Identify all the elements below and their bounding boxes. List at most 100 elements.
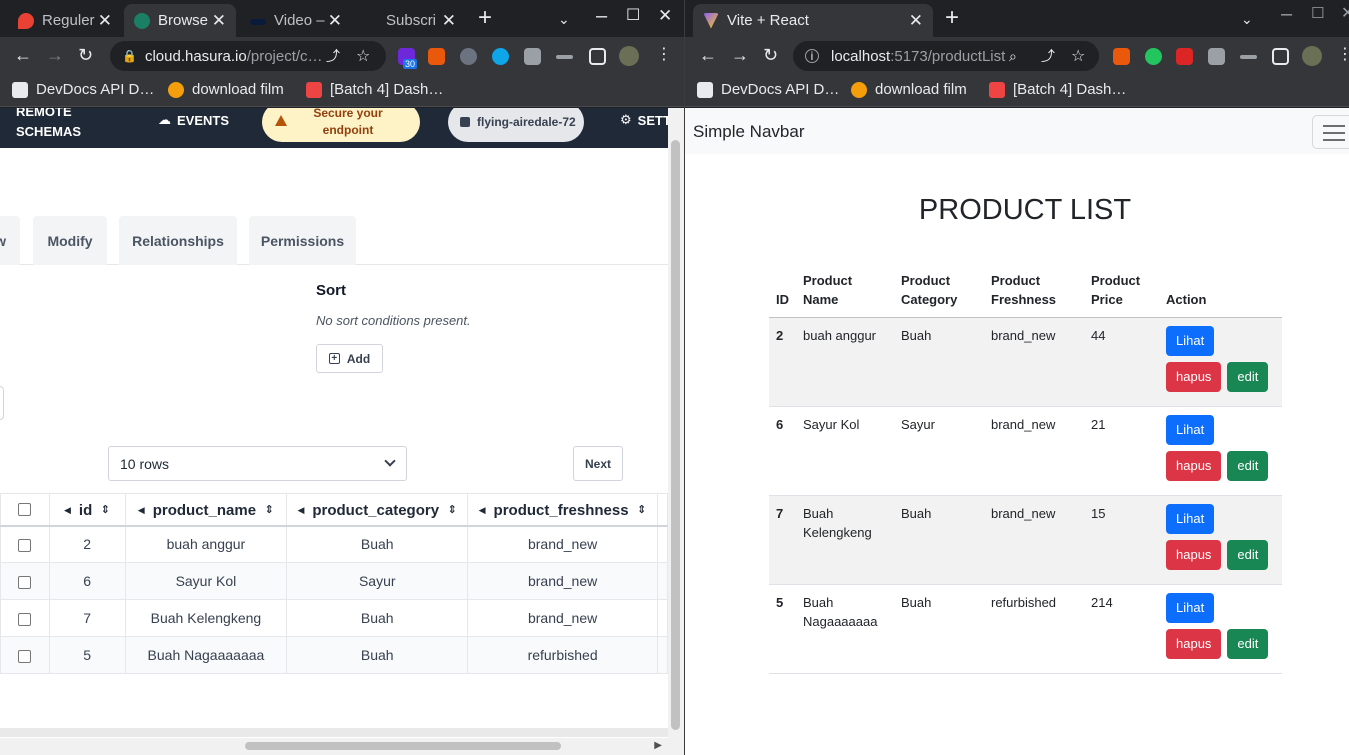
sidepanel-icon[interactable] <box>1272 48 1289 65</box>
zoom-icon[interactable]: ⌕ <box>1009 48 1017 65</box>
column-header-product-category[interactable]: ◀ product_category ⇕ <box>286 493 469 527</box>
extension-icon[interactable] <box>460 48 477 65</box>
tab-video[interactable]: Video – ✕ <box>240 4 352 37</box>
cell-id[interactable]: 6 <box>48 562 126 600</box>
cell-product-name[interactable]: Sayur Kol <box>124 562 288 600</box>
maximize-icon[interactable]: ☐ <box>1311 4 1324 24</box>
cell-product-category[interactable]: Buah <box>286 599 469 637</box>
secure-endpoint-button[interactable]: Secure your endpoint <box>262 108 420 142</box>
row-checkbox[interactable] <box>18 649 32 663</box>
row-checkbox[interactable] <box>18 575 32 589</box>
column-header-product-name[interactable]: ◀ product_name ⇕ <box>124 493 288 527</box>
minimize-icon[interactable]: – <box>1281 4 1292 24</box>
edit-button[interactable]: edit <box>1227 629 1269 659</box>
cell-product-category[interactable]: Sayur <box>286 562 469 600</box>
bookmark-download-film[interactable]: download film <box>851 81 967 98</box>
bookmark-devdocs[interactable]: DevDocs API D… <box>12 81 154 98</box>
edit-button[interactable]: edit <box>1227 451 1269 481</box>
bookmark-devdocs[interactable]: DevDocs API D… <box>697 81 839 98</box>
tab-vite-react[interactable]: Vite + React ✕ <box>693 4 933 37</box>
close-window-icon[interactable]: ✕ <box>1341 4 1349 24</box>
chevron-down-icon[interactable]: ⌄ <box>1241 9 1253 29</box>
cell-id[interactable]: 2 <box>48 525 126 563</box>
share-icon[interactable]: ⤴ <box>1041 46 1055 66</box>
edit-button[interactable]: edit <box>1227 362 1269 392</box>
extension-icon[interactable] <box>1176 48 1193 65</box>
hapus-button[interactable]: hapus <box>1166 540 1222 570</box>
cell-product-freshness[interactable]: brand_new <box>467 599 659 637</box>
tab-modify[interactable]: Modify <box>33 216 107 265</box>
cell-id[interactable]: 5 <box>48 636 126 674</box>
cell-product-name[interactable]: Buah Nagaaaaaaa <box>124 636 288 674</box>
nav-remote-schemas[interactable]: REMOTE SCHEMAS <box>16 108 96 142</box>
navbar-brand[interactable]: Simple Navbar <box>693 122 805 142</box>
add-sort-button[interactable]: + Add <box>316 344 383 373</box>
cell-product-name[interactable]: Buah Kelengkeng <box>124 599 288 637</box>
cell-product-category[interactable]: Buah <box>286 525 469 563</box>
lihat-button[interactable]: Lihat <box>1166 593 1215 623</box>
puzzle-icon[interactable] <box>1208 48 1225 65</box>
cell-product-freshness[interactable]: brand_new <box>467 562 659 600</box>
bookmark-download-film[interactable]: download film <box>168 81 284 98</box>
avatar[interactable] <box>619 46 639 66</box>
extension-icon[interactable] <box>428 48 445 65</box>
puzzle-icon[interactable] <box>524 48 541 65</box>
share-icon[interactable]: ⤴ <box>326 46 340 66</box>
forward-icon[interactable]: → <box>46 46 64 64</box>
address-bar[interactable]: 🔒 cloud.hasura.io/project/c… ⤴ ☆ <box>110 41 386 71</box>
close-icon[interactable]: ✕ <box>909 11 923 31</box>
bookmark-batch4[interactable]: [Batch 4] Dash… <box>989 81 1126 98</box>
scroll-right-icon[interactable]: ▶ <box>654 740 662 751</box>
row-checkbox[interactable] <box>18 539 32 553</box>
sidepanel-icon[interactable] <box>589 48 606 65</box>
filter-input-edge[interactable] <box>0 386 4 420</box>
cell-id[interactable]: 7 <box>48 599 126 637</box>
hapus-button[interactable]: hapus <box>1166 362 1222 392</box>
lihat-button[interactable]: Lihat <box>1166 415 1215 445</box>
avatar[interactable] <box>1302 46 1322 66</box>
new-tab-icon[interactable]: + <box>945 6 959 30</box>
sort-icon[interactable]: ⇕ <box>100 505 110 516</box>
column-header-product-freshness[interactable]: ◀ product_freshness ⇕ <box>467 493 659 527</box>
chevron-down-icon[interactable]: ⌄ <box>558 9 570 29</box>
nav-settings[interactable]: ⚙ SETT <box>620 112 671 128</box>
bookmark-batch4[interactable]: [Batch 4] Dash… <box>306 81 443 98</box>
hapus-button[interactable]: hapus <box>1166 451 1222 481</box>
menu-dots-icon[interactable]: ⋮ <box>1337 46 1349 64</box>
playlist-icon[interactable] <box>1240 55 1257 59</box>
extension-icon[interactable] <box>1145 48 1162 65</box>
close-window-icon[interactable]: ✕ <box>658 6 672 26</box>
address-bar[interactable]: i localhost:5173/productList ⌕ ⤴ ☆ <box>793 41 1099 71</box>
new-tab-icon[interactable]: + <box>478 6 492 30</box>
nav-events[interactable]: ☁ EVENTS <box>158 112 229 128</box>
sort-icon[interactable]: ⇕ <box>447 505 457 516</box>
menu-dots-icon[interactable]: ⋮ <box>656 46 672 64</box>
cell-product-freshness[interactable]: brand_new <box>467 525 659 563</box>
close-icon[interactable]: ✕ <box>212 11 226 31</box>
minimize-icon[interactable]: – <box>596 6 607 26</box>
row-checkbox[interactable] <box>18 612 32 626</box>
edit-button[interactable]: edit <box>1227 540 1269 570</box>
reload-icon[interactable]: ↻ <box>763 46 778 64</box>
star-icon[interactable]: ☆ <box>356 46 370 66</box>
close-icon[interactable]: ✕ <box>98 11 112 31</box>
extension-icon[interactable] <box>1113 48 1130 65</box>
forward-icon[interactable]: → <box>731 46 749 64</box>
hapus-button[interactable]: hapus <box>1166 629 1222 659</box>
tab-relationships[interactable]: Relationships <box>119 216 237 265</box>
tab-permissions[interactable]: Permissions <box>249 216 356 265</box>
sort-icon[interactable]: ⇕ <box>637 505 647 516</box>
scrollbar-thumb[interactable] <box>671 140 680 730</box>
lihat-button[interactable]: Lihat <box>1166 326 1215 356</box>
tab-subscribe[interactable]: Subscri ✕ <box>356 4 466 37</box>
cell-product-category[interactable]: Buah <box>286 636 469 674</box>
close-icon[interactable]: ✕ <box>328 11 342 31</box>
navbar-toggler-button[interactable] <box>1312 115 1349 149</box>
horizontal-scrollbar[interactable]: ▶ <box>0 738 668 755</box>
back-icon[interactable]: ← <box>699 46 717 64</box>
project-selector[interactable]: flying-airedale-72 <box>448 108 584 142</box>
lihat-button[interactable]: Lihat <box>1166 504 1215 534</box>
cell-product-name[interactable]: buah anggur <box>124 525 288 563</box>
maximize-icon[interactable]: ☐ <box>626 6 640 26</box>
scrollbar-thumb[interactable] <box>245 742 561 750</box>
